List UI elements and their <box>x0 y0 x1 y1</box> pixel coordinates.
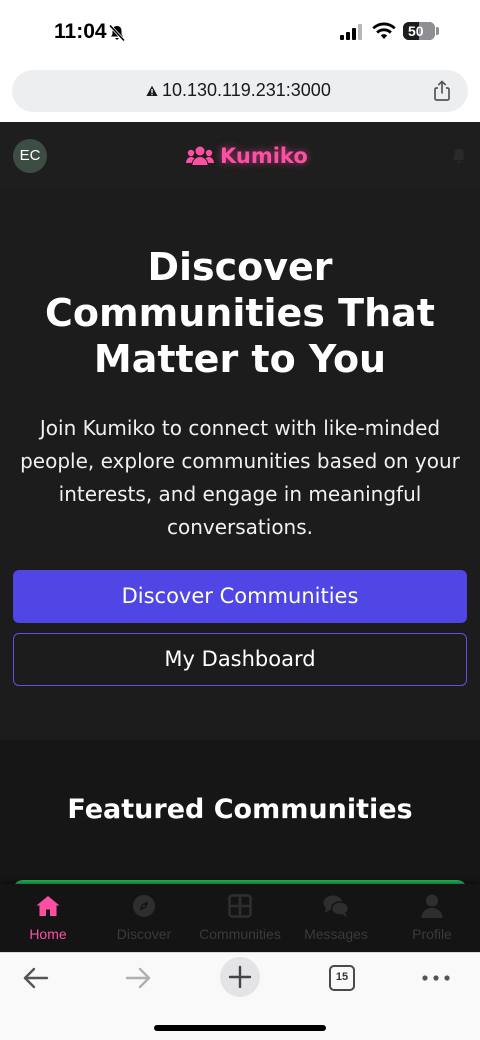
hero-title: Discover Communities That Matter to You <box>45 245 435 381</box>
hero-section: Discover Communities That Matter to You … <box>0 188 480 740</box>
app-header: EC Kumiko <box>0 122 480 188</box>
more-icon[interactable] <box>420 967 452 989</box>
url-bar[interactable]: 10.130.119.231:3000 <box>12 70 468 112</box>
battery-indicator: 50 <box>403 22 435 40</box>
wifi-icon <box>372 22 396 39</box>
my-dashboard-button[interactable]: My Dashboard <box>13 633 467 686</box>
brand-logo[interactable]: Kumiko <box>186 142 308 170</box>
messages-icon <box>323 895 349 917</box>
browser-url-area: 10.130.119.231:3000 <box>0 64 480 122</box>
user-icon <box>421 894 443 918</box>
app-viewport: EC Kumiko Discover Communities That Matt… <box>0 122 480 952</box>
avatar[interactable]: EC <box>13 139 47 173</box>
grid-icon <box>228 894 252 918</box>
battery-nub <box>436 27 439 35</box>
status-time: 11:04 <box>54 20 107 43</box>
notification-bell-icon[interactable] <box>450 147 468 165</box>
status-bar: 11:04 50 <box>0 0 480 64</box>
cell-signal-icon <box>340 24 362 40</box>
nav-label-communities: Communities <box>199 926 281 942</box>
battery-level: 50 <box>408 23 424 39</box>
nav-home[interactable]: Home <box>0 884 96 952</box>
nav-discover[interactable]: Discover <box>96 884 192 952</box>
warning-icon <box>146 85 158 96</box>
compass-icon <box>133 895 155 917</box>
hero-subtitle: Join Kumiko to connect with like-minded … <box>20 416 460 539</box>
nav-profile[interactable]: Profile <box>384 884 480 952</box>
home-icon <box>36 896 60 916</box>
new-tab-button[interactable] <box>220 957 260 997</box>
discover-communities-button[interactable]: Discover Communities <box>13 570 467 623</box>
featured-title: Featured Communities <box>67 794 413 825</box>
nav-communities[interactable]: Communities <box>192 884 288 952</box>
nav-label-home: Home <box>29 926 67 942</box>
nav-messages[interactable]: Messages <box>288 884 384 952</box>
nav-label-profile: Profile <box>412 926 452 942</box>
url-text[interactable]: 10.130.119.231:3000 <box>162 80 331 101</box>
bottom-nav: Home Discover Communities Messages Profi… <box>0 884 480 952</box>
users-icon <box>186 146 214 165</box>
plus-icon <box>228 965 252 989</box>
back-arrow-icon[interactable] <box>22 965 50 991</box>
nav-label-messages: Messages <box>304 926 368 942</box>
tab-count-button[interactable]: 15 <box>329 965 355 991</box>
bell-off-icon <box>108 24 126 42</box>
nav-label-discover: Discover <box>116 926 172 942</box>
home-indicator <box>154 1025 326 1031</box>
brand-name: Kumiko <box>220 144 308 168</box>
forward-arrow-icon[interactable] <box>124 965 152 991</box>
browser-toolbar: 15 <box>0 952 480 1040</box>
share-icon[interactable] <box>430 79 454 103</box>
